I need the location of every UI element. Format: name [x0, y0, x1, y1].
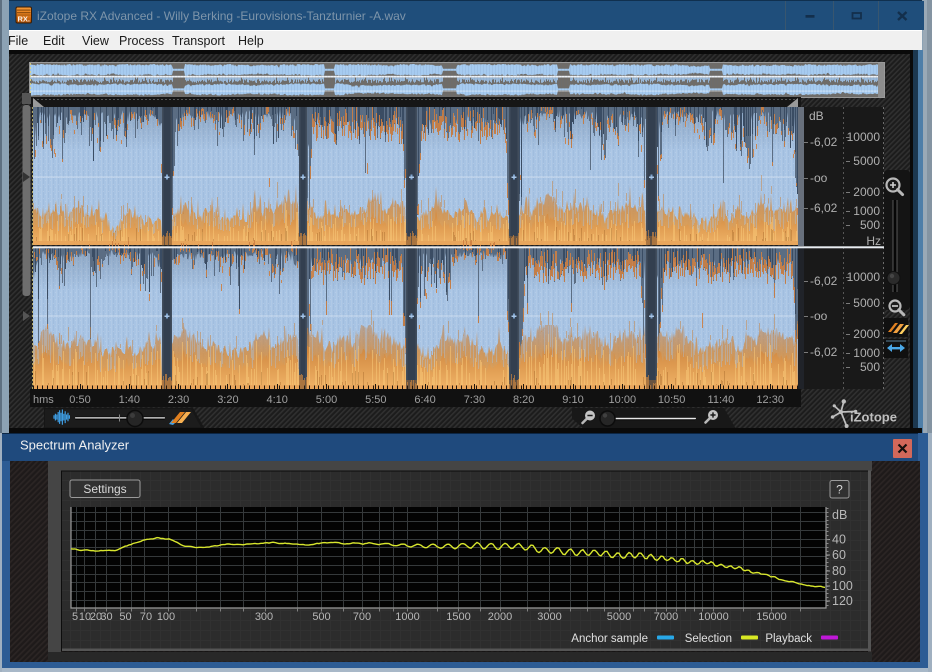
svg-text:8:20: 8:20: [513, 394, 534, 406]
svg-text:2000: 2000: [853, 327, 880, 341]
svg-text:60: 60: [832, 548, 846, 562]
svg-text:1000: 1000: [853, 346, 880, 360]
svg-text:6:40: 6:40: [414, 394, 435, 406]
svg-text:500: 500: [860, 360, 880, 374]
svg-text:Process: Process: [119, 34, 164, 48]
svg-text:120: 120: [832, 594, 853, 608]
svg-text:10000: 10000: [847, 130, 881, 144]
svg-text:0:50: 0:50: [69, 394, 90, 406]
svg-text:2000: 2000: [853, 185, 880, 199]
svg-text:Transport: Transport: [172, 34, 226, 48]
svg-text:-oo: -oo: [810, 171, 828, 185]
svg-text:3000: 3000: [537, 611, 561, 623]
svg-text:15000: 15000: [756, 611, 787, 623]
svg-text:5000: 5000: [607, 611, 631, 623]
svg-text:5:00: 5:00: [316, 394, 337, 406]
svg-text:hms: hms: [33, 394, 54, 406]
svg-text:Selection: Selection: [685, 633, 732, 645]
svg-text:50: 50: [119, 611, 131, 623]
svg-text:7000: 7000: [654, 611, 678, 623]
svg-text:2:30: 2:30: [168, 394, 189, 406]
svg-text:700: 700: [353, 611, 371, 623]
svg-text:11:40: 11:40: [708, 394, 735, 406]
svg-text:100: 100: [157, 611, 175, 623]
svg-text:1500: 1500: [446, 611, 470, 623]
svg-text:12:30: 12:30: [756, 394, 784, 406]
svg-text:40: 40: [832, 533, 846, 547]
svg-text:-6,02: -6,02: [810, 345, 838, 359]
svg-text:-6,02: -6,02: [810, 274, 838, 288]
svg-text:10:50: 10:50: [658, 394, 686, 406]
svg-text:5: 5: [72, 611, 78, 623]
svg-text:10:00: 10:00: [609, 394, 637, 406]
svg-text:70: 70: [140, 611, 152, 623]
svg-text:300: 300: [255, 611, 273, 623]
svg-text:500: 500: [860, 218, 880, 232]
svg-text:10000: 10000: [847, 270, 881, 284]
svg-text:File: File: [8, 34, 28, 48]
svg-text:dB: dB: [832, 508, 847, 522]
svg-text:iZotope RX Advanced - Willy Be: iZotope RX Advanced - Willy Berking -Eur…: [37, 9, 406, 23]
svg-text:100: 100: [832, 579, 853, 593]
svg-text:View: View: [82, 34, 110, 48]
svg-text:Anchor sample: Anchor sample: [571, 633, 648, 645]
svg-text:Playback: Playback: [765, 633, 812, 645]
svg-text:10000: 10000: [698, 611, 729, 623]
svg-text:Settings: Settings: [83, 482, 126, 496]
svg-text:9:10: 9:10: [562, 394, 583, 406]
svg-text:1000: 1000: [853, 204, 880, 218]
svg-text:RX.: RX.: [18, 15, 31, 24]
svg-text:Hz: Hz: [866, 234, 881, 248]
svg-text:2000: 2000: [488, 611, 512, 623]
svg-text:5000: 5000: [853, 154, 880, 168]
svg-text:-oo: -oo: [810, 309, 828, 323]
svg-text:Spectrum Analyzer: Spectrum Analyzer: [20, 438, 130, 453]
svg-text:Edit: Edit: [43, 34, 65, 48]
svg-text:5000: 5000: [853, 296, 880, 310]
svg-text:iZotope: iZotope: [850, 410, 897, 425]
svg-text:3:20: 3:20: [217, 394, 238, 406]
svg-text:Help: Help: [238, 34, 264, 48]
svg-text:-6,02: -6,02: [810, 135, 838, 149]
svg-text:?: ?: [836, 483, 843, 497]
svg-text:80: 80: [832, 564, 846, 578]
svg-text:1000: 1000: [395, 611, 419, 623]
svg-text:500: 500: [312, 611, 330, 623]
svg-text:1:40: 1:40: [119, 394, 140, 406]
svg-text:-6,02: -6,02: [810, 201, 838, 215]
svg-text:30: 30: [100, 611, 112, 623]
svg-text:4:10: 4:10: [266, 394, 287, 406]
svg-text:5:50: 5:50: [365, 394, 386, 406]
svg-text:7:30: 7:30: [464, 394, 485, 406]
svg-text:dB: dB: [809, 109, 824, 123]
